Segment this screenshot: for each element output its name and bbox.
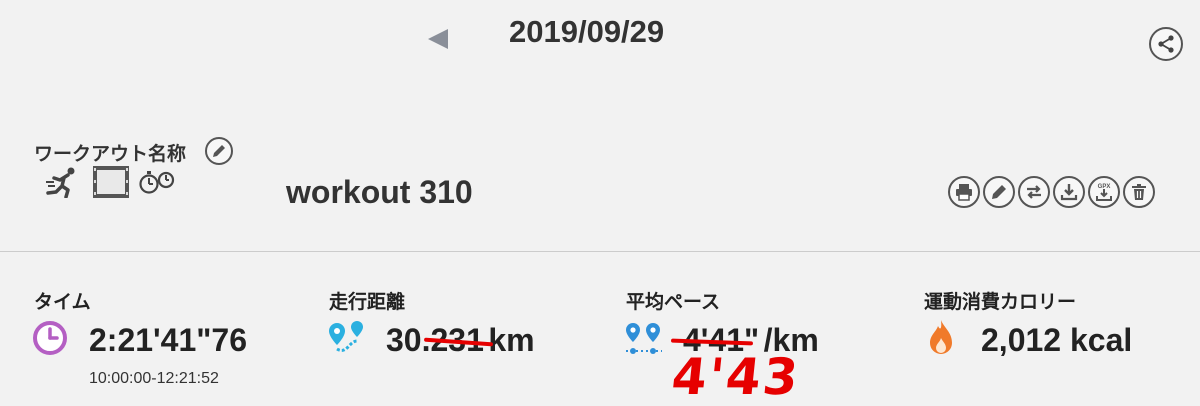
handwritten-pace-correction: 4'43 — [668, 348, 803, 406]
workout-type-icons — [46, 165, 176, 199]
distance-unit: km — [488, 322, 535, 358]
calories-label: 運動消費カロリー — [924, 292, 1077, 313]
share-button[interactable] — [1149, 27, 1183, 61]
workout-name: workout 310 — [286, 174, 473, 210]
stopwatch-icon — [139, 171, 175, 194]
runner-icon — [46, 167, 75, 198]
section-divider — [0, 251, 1200, 252]
pencil-icon — [213, 145, 225, 157]
film-icon — [93, 166, 129, 198]
trash-icon — [1132, 184, 1146, 200]
flame-icon — [930, 320, 952, 354]
pencil-icon — [992, 185, 1006, 199]
workout-name-label: ワークアウト名称 — [34, 144, 187, 165]
download-icon — [1060, 184, 1078, 201]
printer-icon — [956, 184, 972, 201]
gpx-download-icon: GPX — [1096, 184, 1112, 201]
swap-icon — [1027, 185, 1041, 199]
time-label: タイム — [34, 292, 91, 313]
distance-value-group: 30.231 km — [386, 322, 535, 359]
delete-button[interactable] — [1123, 176, 1155, 208]
print-button[interactable] — [948, 176, 980, 208]
edit-button[interactable] — [983, 176, 1015, 208]
pace-label: 平均ペース — [626, 292, 721, 313]
prev-date-button[interactable] — [426, 27, 450, 51]
swap-button[interactable] — [1018, 176, 1050, 208]
pace-pins-icon — [626, 323, 662, 354]
map-pin-icon — [329, 321, 363, 352]
distance-label: 走行距離 — [329, 292, 406, 313]
gpx-download-button[interactable]: GPX — [1088, 176, 1120, 208]
edit-name-button[interactable] — [205, 137, 233, 165]
share-icon — [1158, 35, 1174, 53]
clock-icon — [33, 321, 67, 355]
action-toolbar: GPX — [948, 176, 1155, 208]
calories-value: 2,012 kcal — [981, 322, 1133, 358]
triangle-left-icon — [428, 29, 448, 49]
download-button[interactable] — [1053, 176, 1085, 208]
time-range: 10:00:00-12:21:52 — [89, 370, 219, 387]
time-value: 2:21'41"76 — [89, 322, 248, 358]
date-title: 2019/09/29 — [509, 14, 665, 49]
distance-value-struck: 231 — [424, 322, 494, 358]
